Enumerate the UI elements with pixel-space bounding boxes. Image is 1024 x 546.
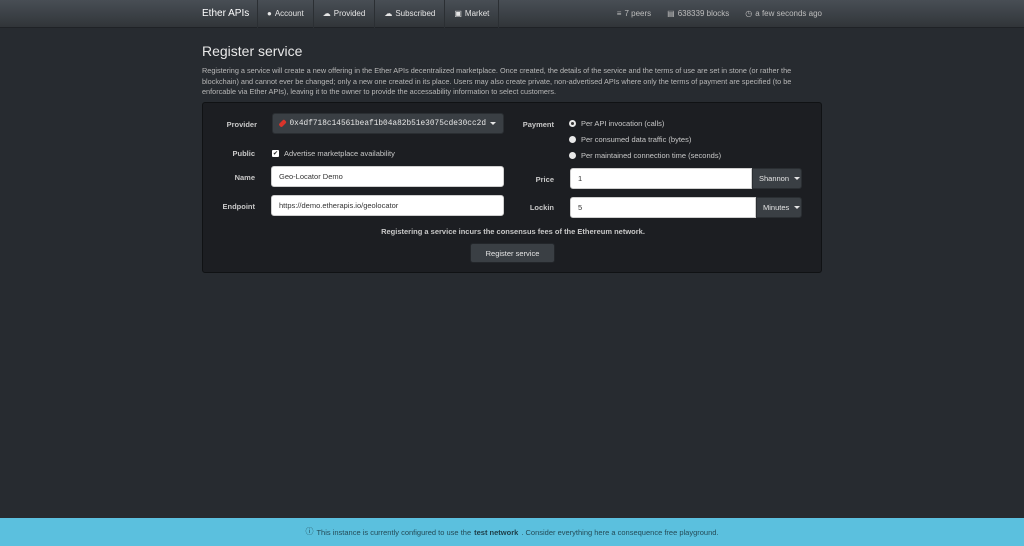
fee-note: Registering a service incurs the consens… [381, 227, 645, 236]
cloud-upload-icon: ☁ [322, 9, 331, 18]
provider-address: 0x4df718c14561beaf1b04a82b51e3075cde30cc… [289, 119, 486, 128]
payment-option-label: Per consumed data traffic (bytes) [581, 135, 692, 144]
provider-dropdown[interactable]: 0x4df718c14561beaf1b04a82b51e3075cde30cc… [272, 113, 504, 134]
sync-time-stat: ◷ a few seconds ago [745, 0, 822, 28]
nav-item-market[interactable]: ▣ Market [444, 0, 500, 28]
nav-item-label: Market [464, 9, 490, 18]
payment-option-label: Per API invocation (calls) [581, 119, 665, 128]
advertise-checkbox-row[interactable]: ✔ Advertise marketplace availability [272, 149, 395, 158]
price-input[interactable]: 1 [570, 168, 752, 189]
payment-option-label: Per maintained connection time (seconds) [581, 151, 722, 160]
name-label: Name [234, 173, 255, 182]
clock-icon: ◷ [745, 9, 753, 18]
cloud-download-icon: ☁ [384, 9, 393, 18]
identicon-icon [278, 119, 288, 128]
lockin-input[interactable]: 5 [570, 197, 756, 218]
payment-label: Payment [522, 120, 554, 129]
endpoint-label: Endpoint [222, 202, 256, 211]
register-form-panel: Provider 0x4df718c14561beaf1b04a82b51e30… [202, 102, 822, 273]
nav-item-label: Provided [333, 9, 366, 18]
payment-option-seconds[interactable]: Per maintained connection time (seconds) [569, 151, 721, 160]
info-icon: ⓘ [305, 527, 314, 536]
advertise-checkbox[interactable]: ✔ [272, 150, 279, 157]
public-label: Public [232, 149, 255, 158]
register-service-button[interactable]: Register service [470, 243, 555, 263]
nav-item-label: Account [274, 9, 304, 18]
price-unit-dropdown[interactable]: Shannon [752, 168, 802, 189]
caret-down-icon [794, 177, 801, 180]
payment-radio[interactable] [569, 152, 576, 159]
page-title: Register service [202, 43, 303, 59]
rss-icon: ≡ [616, 9, 622, 18]
nav-item-account[interactable]: ● Account [257, 0, 313, 28]
navbar: Ether APIs ● Account ☁ Provided ☁ Subscr… [0, 0, 1024, 28]
price-unit-label: Shannon [759, 174, 790, 183]
payment-radio[interactable] [569, 120, 576, 127]
nav-item-subscribed[interactable]: ☁ Subscribed [374, 0, 444, 28]
banner-text-before: This instance is currently configured to… [316, 527, 472, 537]
banner-text-after: . Consider everything here a consequence… [521, 527, 719, 537]
peers-stat: ≡ 7 peers [617, 0, 651, 28]
test-network-banner: ⓘ This instance is currently configured … [0, 518, 1024, 546]
payment-option-bytes[interactable]: Per consumed data traffic (bytes) [569, 135, 691, 144]
nav-menu: ● Account ☁ Provided ☁ Subscribed ▣ Mark… [257, 0, 500, 28]
lockin-unit-dropdown[interactable]: Minutes [756, 197, 802, 218]
banner-network-name: test network [474, 527, 519, 537]
advertise-checkbox-label: Advertise marketplace availability [284, 149, 395, 158]
provider-label: Provider [226, 120, 257, 129]
basket-icon: ▣ [454, 9, 462, 18]
peers-count: 7 peers [624, 9, 652, 18]
payment-option-calls[interactable]: Per API invocation (calls) [569, 119, 664, 128]
payment-radio[interactable] [569, 136, 576, 143]
caret-down-icon [794, 206, 801, 209]
endpoint-input[interactable]: https://demo.etherapis.io/geolocator [271, 195, 504, 216]
blocks-count: 638339 blocks [677, 9, 730, 18]
lockin-label: Lockin [529, 203, 554, 212]
nav-item-provided[interactable]: ☁ Provided [312, 0, 375, 28]
caret-down-icon [490, 122, 496, 125]
price-label: Price [535, 175, 554, 184]
user-icon: ● [267, 9, 272, 18]
brand-link[interactable]: Ether APIs [202, 0, 249, 28]
sync-time: a few seconds ago [755, 9, 822, 18]
intro-text: Registering a service will create a new … [202, 66, 792, 97]
blocks-stat: ▤ 638339 blocks [667, 0, 729, 28]
database-icon: ▤ [667, 9, 675, 18]
nav-item-label: Subscribed [395, 9, 436, 18]
lockin-unit-label: Minutes [763, 203, 790, 212]
name-input[interactable]: Geo-Locator Demo [271, 166, 504, 187]
nav-status: ≡ 7 peers ▤ 638339 blocks ◷ a few second… [617, 0, 822, 28]
